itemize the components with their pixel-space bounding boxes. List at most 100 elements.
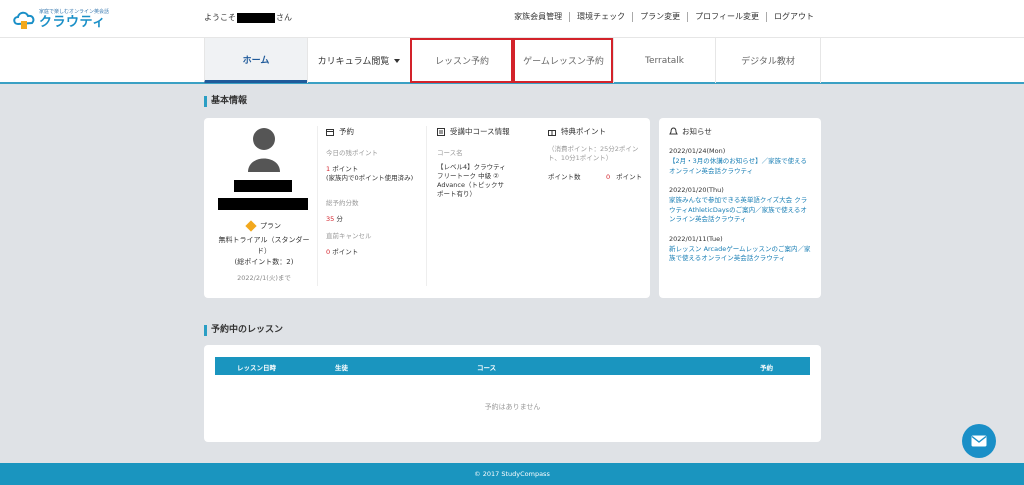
plan-description: 無料トライアル（スタンダード） (総ポイント数：2) [214, 235, 314, 268]
today-points-note: (家族内で0ポイント使用済み) [326, 174, 414, 182]
plan-label-row: プラン [204, 220, 324, 232]
environment-check-link[interactable]: 環境チェック [569, 12, 632, 22]
welcome-suffix: さん [276, 13, 292, 22]
logo[interactable]: 家庭で楽しむオンライン英会話 クラウティ [12, 8, 109, 30]
news-link[interactable]: 【2月・3月の休講のお知らせ】／家族で使えるオンライン英会話クラウティ [669, 157, 811, 176]
reservation-heading: 予約 [326, 126, 426, 137]
column-student: 生徒 [335, 364, 348, 372]
special-points-heading: 特典ポイント [548, 126, 646, 137]
basic-info-card: プラン 無料トライアル（スタンダード） (総ポイント数：2) 2022/2/1(… [204, 118, 650, 298]
news-date: 2022/01/11(Tue) [669, 234, 723, 243]
redacted-name [234, 180, 292, 192]
reservation-heading-label: 予約 [339, 127, 354, 136]
plan-total-points: (総ポイント数：2) [234, 258, 294, 266]
no-reservations-message: 予約はありません [484, 403, 541, 411]
footer-copyright: © 2017 StudyCompass [0, 463, 1024, 485]
tab-curriculum[interactable]: カリキュラム閲覧 [307, 38, 410, 83]
news-item: 2022/01/20(Thu) 家族みんなで参加できる英単語クイズ大会 クラウテ… [669, 186, 811, 225]
news-item: 2022/01/11(Tue) 新レッスン Arcadeゲームレッスンのご案内／… [669, 235, 811, 264]
logo-tagline: 家庭で楽しむオンライン英会話 [39, 8, 110, 15]
tab-home[interactable]: ホーム [204, 38, 307, 83]
news-date: 2022/01/24(Mon) [669, 147, 726, 155]
profile-panel: プラン 無料トライアル（スタンダード） (総ポイント数：2) 2022/2/1(… [204, 118, 314, 296]
tab-game-lesson-booking[interactable]: ゲームレッスン予約 [513, 38, 613, 83]
today-points: 1 ポイント [326, 165, 426, 174]
tab-game-lesson-booking-label: ゲームレッスン予約 [523, 57, 604, 67]
welcome-prefix: ようこそ [204, 13, 236, 22]
divider [426, 126, 427, 286]
plan-name: 無料トライアル（スタンダード） [218, 236, 310, 255]
tab-curriculum-label: カリキュラム閲覧 [317, 57, 390, 67]
course-heading: 受講中コース情報 [437, 126, 537, 137]
news-item: 2022/01/24(Mon) 【2月・3月の休講のお知らせ】／家族で使えるオン… [669, 147, 811, 176]
logout-link[interactable]: ログアウト [766, 12, 821, 22]
today-points-label: 今日の残ポイント [326, 149, 378, 157]
news-link[interactable]: 新レッスン Arcadeゲームレッスンのご案内／家族で使えるオンライン英会話クラ… [669, 245, 811, 264]
plan-label: プラン [260, 222, 281, 230]
redacted-id [218, 198, 308, 210]
account-nav: 家族会員管理 環境チェック プラン変更 プロフィール変更 ログアウト [507, 12, 821, 22]
plan-change-link[interactable]: プラン変更 [632, 12, 687, 22]
tab-home-label: ホーム [242, 55, 270, 66]
plan-badge-icon [245, 220, 257, 232]
gift-icon [548, 129, 556, 136]
tab-terratalk-label: Terratalk [644, 55, 685, 66]
user-avatar-icon [247, 128, 281, 172]
late-cancel-unit: ポイント [332, 248, 359, 256]
tab-lesson-booking-label: レッスン予約 [434, 57, 489, 67]
news-heading: お知らせ [669, 126, 811, 137]
late-cancel: 0 ポイント [326, 248, 426, 257]
mail-icon [971, 435, 987, 447]
special-points-column: 特典ポイント （消費ポイント：25分2ポイント、10分1ポイント） ポイント数 … [548, 126, 646, 182]
total-minutes-unit: 分 [336, 215, 343, 223]
reservation-column: 予約 今日の残ポイント 1 ポイント (家族内で0ポイント使用済み) 総予約分数… [326, 126, 426, 257]
lessons-table-header: レッスン日時 生徒 コース 予約 [215, 357, 810, 375]
today-points-value: 1 [326, 165, 331, 173]
total-minutes: 35 分 [326, 215, 426, 224]
upcoming-lessons-card: レッスン日時 生徒 コース 予約 予約はありません [204, 345, 821, 442]
book-icon [437, 127, 445, 136]
course-name[interactable]: 【レベル4】クラウティ フリートーク 中級 ② Advance（トピックサポート… [437, 163, 507, 199]
news-link[interactable]: 家族みんなで参加できる英単語クイズ大会 クラウティAthleticDaysのご案… [669, 196, 811, 225]
course-name-label: コース名 [437, 149, 463, 157]
logo-name: クラウティ [39, 14, 106, 30]
redacted-username [237, 12, 275, 23]
late-cancel-label: 直前キャンセル [326, 232, 372, 240]
plan-expiry: 2022/2/1(火)まで [237, 274, 291, 282]
special-points-note: （消費ポイント：25分2ポイント、10分1ポイント） [548, 145, 639, 162]
special-points-label: ポイント数 [548, 173, 581, 181]
bell-icon [669, 127, 678, 135]
total-minutes-label: 総予約分数 [326, 199, 359, 207]
news-card: お知らせ 2022/01/24(Mon) 【2月・3月の休講のお知らせ】／家族で… [659, 118, 821, 298]
news-heading-label: お知らせ [682, 127, 712, 136]
tab-terratalk[interactable]: Terratalk [613, 38, 715, 83]
calendar-icon [326, 128, 334, 136]
upcoming-lessons-title: 予約中のレッスン [204, 325, 283, 336]
news-date: 2022/01/20(Thu) [669, 186, 724, 194]
family-members-link[interactable]: 家族会員管理 [507, 12, 569, 22]
course-column: 受講中コース情報 コース名 【レベル4】クラウティ フリートーク 中級 ② Ad… [437, 126, 537, 199]
main-tabs: ホーム カリキュラム閲覧 レッスン予約 ゲームレッスン予約 Terratalk … [0, 37, 1024, 84]
top-bar: 家庭で楽しむオンライン英会話 クラウティ ようこそ さん 家族会員管理 環境チェ… [0, 0, 1024, 37]
tab-digital-materials-label: デジタル教材 [741, 57, 795, 67]
course-heading-label: 受講中コース情報 [450, 127, 510, 136]
tab-lesson-booking[interactable]: レッスン予約 [410, 38, 513, 83]
today-points-unit: ポイント [332, 165, 359, 173]
special-points: ポイント数 0 ポイント [548, 173, 646, 182]
contact-mail-button[interactable] [962, 424, 996, 458]
column-reservation: 予約 [760, 364, 773, 372]
column-course: コース [477, 364, 497, 372]
chevron-down-icon [394, 58, 401, 63]
total-minutes-value: 35 [326, 215, 335, 223]
special-points-value: 0 [606, 173, 611, 181]
column-lesson-datetime: レッスン日時 [237, 364, 276, 372]
divider [317, 126, 318, 286]
cloud-logo-icon [12, 8, 36, 30]
late-cancel-value: 0 [326, 248, 331, 256]
special-points-unit: ポイント [616, 173, 643, 181]
profile-change-link[interactable]: プロフィール変更 [687, 12, 766, 22]
special-points-heading-label: 特典ポイント [561, 127, 606, 136]
welcome-message: ようこそ さん [204, 12, 292, 23]
tab-digital-materials[interactable]: デジタル教材 [715, 38, 821, 83]
basic-info-title: 基本情報 [204, 96, 247, 107]
